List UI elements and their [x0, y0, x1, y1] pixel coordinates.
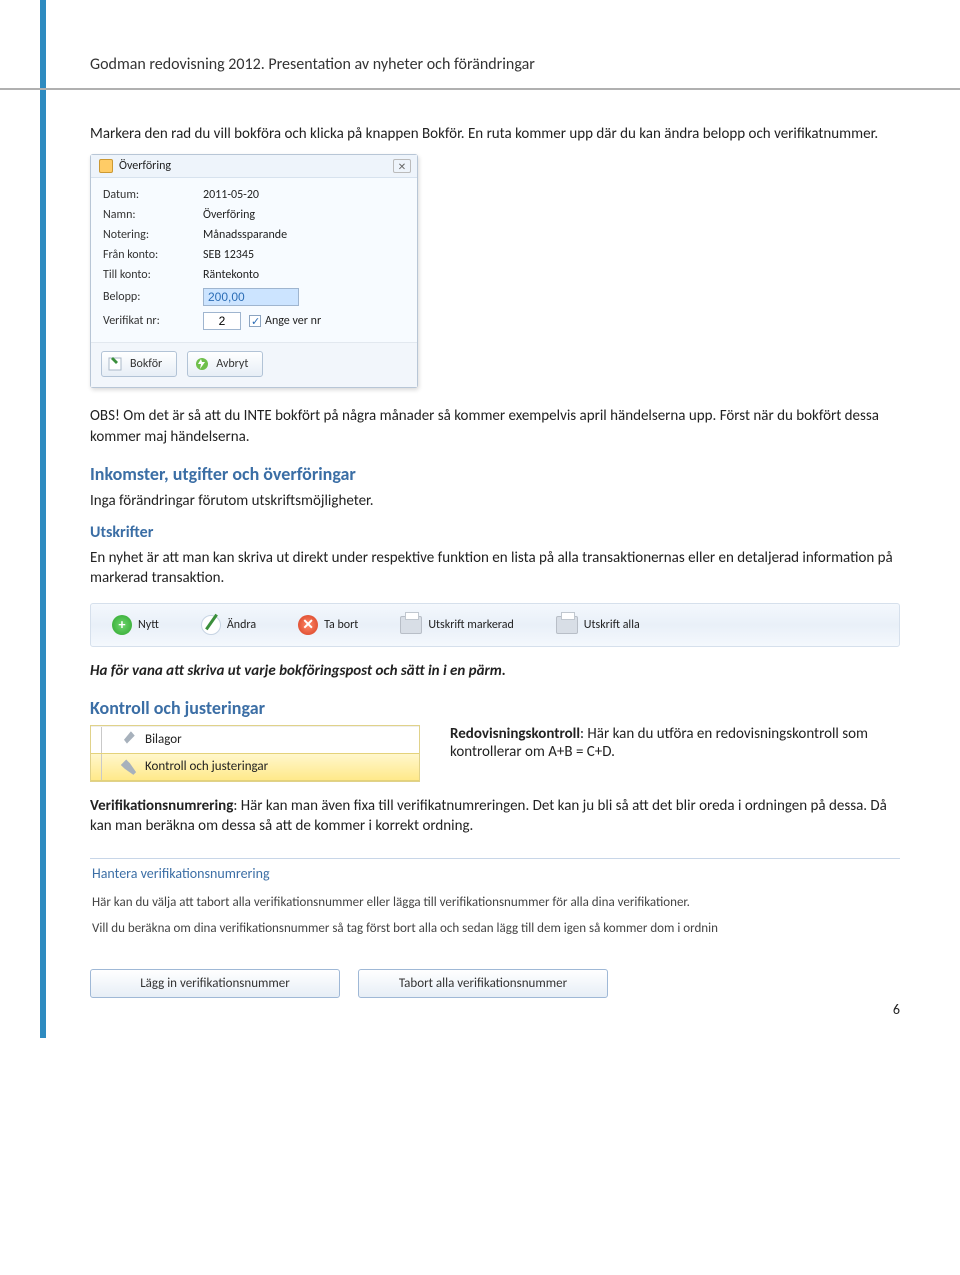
notering-label: Notering:	[103, 228, 203, 242]
tabort-label: Ta bort	[324, 618, 358, 632]
angevernr-label: Ange ver nr	[265, 314, 321, 328]
dialog-title-text: Överföring	[119, 159, 171, 173]
utskrift-markerad-label: Utskrift markerad	[428, 618, 513, 632]
andra-label: Ändra	[227, 618, 256, 632]
nytt-button[interactable]: + Nytt	[101, 610, 170, 640]
plus-icon: +	[112, 615, 132, 635]
namn-label: Namn:	[103, 208, 203, 222]
delete-icon: ✕	[298, 615, 318, 635]
dialog-close-button[interactable]: ✕	[393, 159, 411, 173]
datum-label: Datum:	[103, 188, 203, 202]
obs-paragraph: OBS! Om det är så att du INTE bokfört på…	[90, 406, 900, 447]
kontroll-heading: Kontroll och justeringar	[90, 697, 900, 719]
side-rule	[40, 0, 46, 1038]
verif-label: Verifikationsnumrering	[90, 797, 233, 815]
edit-icon	[201, 615, 221, 635]
verifikat-label: Verifikat nr:	[103, 314, 203, 328]
fran-label: Från konto:	[103, 248, 203, 262]
avbryt-label: Avbryt	[216, 357, 248, 371]
page-number: 6	[893, 1001, 900, 1018]
fran-value: SEB 12345	[203, 248, 407, 262]
actions-toolbar: + Nytt Ändra ✕ Ta bort Utskrift markerad…	[90, 603, 900, 647]
andra-button[interactable]: Ändra	[190, 610, 267, 640]
avbryt-icon	[194, 356, 210, 372]
utskrifter-heading: Utskrifter	[90, 523, 900, 542]
kontroll-label: Kontroll och justeringar	[145, 759, 268, 774]
notering-value: Månadssparande	[203, 228, 407, 242]
havana-paragraph: Ha för vana att skriva ut varje bokförin…	[90, 661, 900, 681]
printer-icon	[556, 616, 578, 634]
nytt-label: Nytt	[138, 618, 159, 632]
tree-panel: Bilagor Kontroll och justeringar	[90, 725, 420, 782]
dialog-icon	[99, 159, 113, 173]
top-rule	[0, 88, 960, 90]
till-label: Till konto:	[103, 268, 203, 282]
wrench-icon	[119, 758, 137, 776]
utskrift-markerad-button[interactable]: Utskrift markerad	[389, 611, 524, 639]
bilagor-label: Bilagor	[145, 732, 182, 747]
datum-value: 2011-05-20	[203, 188, 407, 202]
document-header: Godman redovisning 2012. Presentation av…	[60, 30, 900, 92]
intro-paragraph: Markera den rad du vill bokföra och klic…	[90, 124, 900, 144]
section-inkomster-heading: Inkomster, utgifter och överföringar	[90, 463, 900, 485]
bokfor-icon	[108, 356, 124, 372]
belopp-label: Belopp:	[103, 290, 203, 304]
printer-icon	[400, 616, 422, 634]
tabort-alla-verifikationsnummer-button[interactable]: Tabort alla verifikationsnummer	[358, 969, 608, 998]
utskrift-alla-button[interactable]: Utskrift alla	[545, 611, 651, 639]
lagg-in-verifikationsnummer-button[interactable]: Lägg in verifikationsnummer	[90, 969, 340, 998]
tabort-button[interactable]: ✕ Ta bort	[287, 610, 369, 640]
hantera-panel: Hantera verifikationsnumrering Här kan d…	[90, 858, 900, 997]
utskrift-alla-label: Utskrift alla	[584, 618, 640, 632]
dialog-titlebar: Överföring ✕	[91, 155, 417, 178]
overforing-dialog: Överföring ✕ Datum:2011-05-20 Namn:Överf…	[90, 154, 418, 388]
bokfor-button[interactable]: Bokför	[101, 351, 177, 377]
utskrifter-paragraph: En nyhet är att man kan skriva ut direkt…	[90, 548, 900, 589]
bokfor-label: Bokför	[130, 357, 162, 371]
tree-item-kontroll[interactable]: Kontroll och justeringar	[91, 753, 419, 781]
hantera-title: Hantera verifikationsnumrering	[90, 865, 900, 890]
inga-paragraph: Inga förändringar förutom utskriftsmöjli…	[90, 491, 900, 511]
till-value: Räntekonto	[203, 268, 407, 282]
redovisning-explain: Redovisningskontroll: Här kan du utföra …	[450, 725, 900, 761]
namn-value: Överföring	[203, 208, 407, 222]
verifikat-input[interactable]	[203, 312, 241, 330]
tree-item-bilagor[interactable]: Bilagor	[91, 726, 419, 753]
hantera-line1: Här kan du välja att tabort alla verifik…	[90, 890, 900, 916]
angevernr-checkbox[interactable]	[249, 315, 261, 327]
hantera-line2: Vill du beräkna om dina verifikationsnum…	[90, 916, 900, 942]
redov-label: Redovisningskontroll	[450, 725, 580, 743]
avbryt-button[interactable]: Avbryt	[187, 351, 263, 377]
verif-paragraph: Verifikationsnumrering: Här kan man även…	[90, 796, 900, 837]
belopp-input[interactable]	[203, 288, 299, 306]
attachment-icon	[116, 727, 141, 752]
